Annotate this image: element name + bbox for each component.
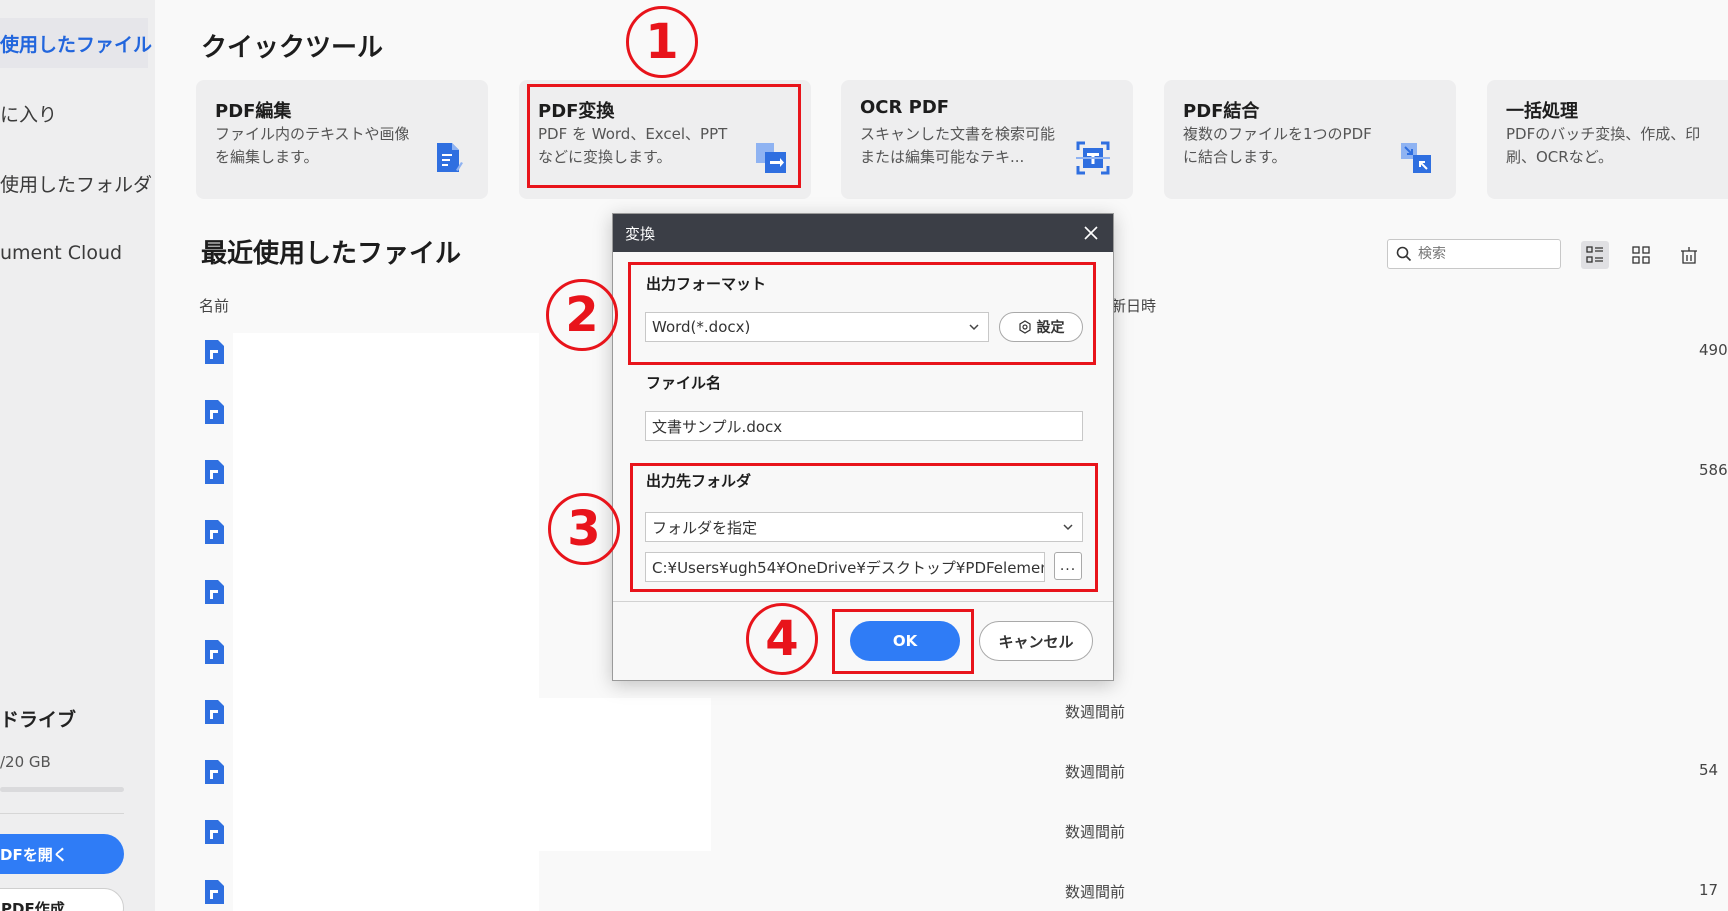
redaction-block [233, 333, 539, 911]
tool-card-desc: PDFのバッチ変換、作成、印刷、OCRなど。 [1506, 125, 1701, 166]
open-pdf-button[interactable]: DFを開く [0, 834, 124, 874]
pdf-file-icon [205, 640, 224, 664]
list-view-icon [1586, 246, 1603, 263]
pdf-file-icon [205, 520, 224, 544]
quick-tools-heading: クイックツール [201, 33, 384, 63]
sidebar-divider [0, 813, 124, 814]
annotation-box-step-4 [832, 609, 974, 674]
edit-doc-icon [437, 143, 463, 172]
annotation-box-step-3 [630, 463, 1098, 592]
sidebar-item-favorites[interactable]: に入り [0, 88, 57, 138]
tool-card-title: PDF編集 [215, 101, 292, 122]
cleanup-button[interactable] [1675, 241, 1703, 269]
pdf-file-icon [205, 820, 224, 844]
tool-card-pdf-merge[interactable]: PDF結合 複数のファイルを1つのPDFに結合します。 [1164, 80, 1456, 199]
search-box[interactable] [1387, 239, 1561, 269]
sidebar-item-label: ument Cloud [0, 242, 123, 264]
column-header-name[interactable]: 名前 [199, 295, 229, 316]
grid-view-icon [1632, 246, 1650, 264]
tool-card-desc: スキャンした文書を検索可能または編集可能なテキ... [860, 125, 1056, 166]
tool-card-desc: ファイル内のテキストや画像を編集します。 [215, 125, 410, 166]
grid-view-button[interactable] [1627, 241, 1655, 269]
annotation-circle-step-1: 1 [626, 6, 698, 78]
file-date: 数週間前 [1065, 763, 1126, 781]
annotation-box-step-1 [527, 84, 801, 188]
pdf-file-icon [205, 400, 224, 424]
filename-input[interactable]: 文書サンプル.docx [645, 411, 1083, 441]
filename-label: ファイル名 [646, 374, 722, 392]
pdf-file-icon [205, 340, 224, 364]
annotation-circle-step-2: 2 [546, 279, 618, 351]
file-date: 数週間前 [1065, 883, 1126, 901]
merge-icon [1401, 143, 1431, 173]
dialog-close-button[interactable] [1081, 223, 1101, 243]
annotation-circle-step-3: 3 [548, 493, 620, 565]
sidebar-item-label: 使用したファイル [0, 33, 153, 56]
pdf-file-icon [205, 580, 224, 604]
sidebar-item-label: 使用したフォルダ [0, 173, 153, 196]
search-icon [1396, 246, 1412, 262]
sidebar-item-recent-folders[interactable]: 使用したフォルダ [0, 158, 152, 208]
pdf-file-icon [205, 460, 224, 484]
sidebar-item-recent-files[interactable]: 使用したファイル [0, 18, 152, 68]
filename-value: 文書サンプル.docx [652, 417, 783, 436]
recent-files-heading: 最近使用したファイル [201, 239, 462, 269]
dialog-titlebar: 変換 [613, 214, 1113, 252]
pdf-file-icon [205, 700, 224, 724]
dialog-title: 変換 [625, 224, 656, 243]
drive-title: ドライブ [0, 709, 77, 731]
dialog-divider [613, 601, 1113, 602]
sidebar: 使用したファイル に入り 使用したフォルダ ument Cloud ドライブ /… [0, 0, 155, 911]
tool-card-title: OCR PDF [860, 97, 950, 118]
search-input[interactable] [1418, 246, 1548, 262]
file-size: 490 [1699, 341, 1728, 359]
annotation-circle-step-4: 4 [746, 603, 818, 675]
create-pdf-button[interactable]: PDF作成 [0, 888, 124, 911]
tool-card-title: 一括処理 [1506, 101, 1578, 122]
redaction-block [539, 698, 711, 851]
cancel-button[interactable]: キャンセル [979, 621, 1093, 661]
sidebar-item-document-cloud[interactable]: ument Cloud [0, 228, 122, 278]
tool-card-desc: 複数のファイルを1つのPDFに結合します。 [1183, 125, 1372, 166]
file-date: 数週間前 [1065, 703, 1126, 721]
annotation-box-step-2 [628, 262, 1096, 365]
tool-card-pdf-edit[interactable]: PDF編集 ファイル内のテキストや画像を編集します。 [196, 80, 488, 199]
drive-usage-bar [0, 787, 124, 792]
file-size: 586 [1699, 461, 1728, 479]
list-view-button[interactable] [1581, 241, 1609, 269]
file-size: 54 [1699, 761, 1719, 779]
pdf-file-icon [205, 760, 224, 784]
pdf-file-icon [205, 880, 224, 904]
tool-card-title: PDF結合 [1183, 101, 1260, 122]
sidebar-item-label: に入り [0, 103, 58, 126]
drive-capacity: /20 GB [0, 753, 51, 771]
broom-icon [1681, 247, 1697, 264]
column-header-date[interactable]: 新日時 [1111, 295, 1156, 316]
file-date: 数週間前 [1065, 823, 1126, 841]
close-icon [1084, 226, 1098, 240]
tool-card-batch[interactable]: 一括処理 PDFのバッチ変換、作成、印刷、OCRなど。 [1487, 80, 1728, 199]
ocr-scan-icon [1076, 141, 1110, 175]
file-size: 17 [1699, 881, 1719, 899]
tool-card-ocr-pdf[interactable]: OCR PDF スキャンした文書を検索可能または編集可能なテキ... [841, 80, 1133, 199]
